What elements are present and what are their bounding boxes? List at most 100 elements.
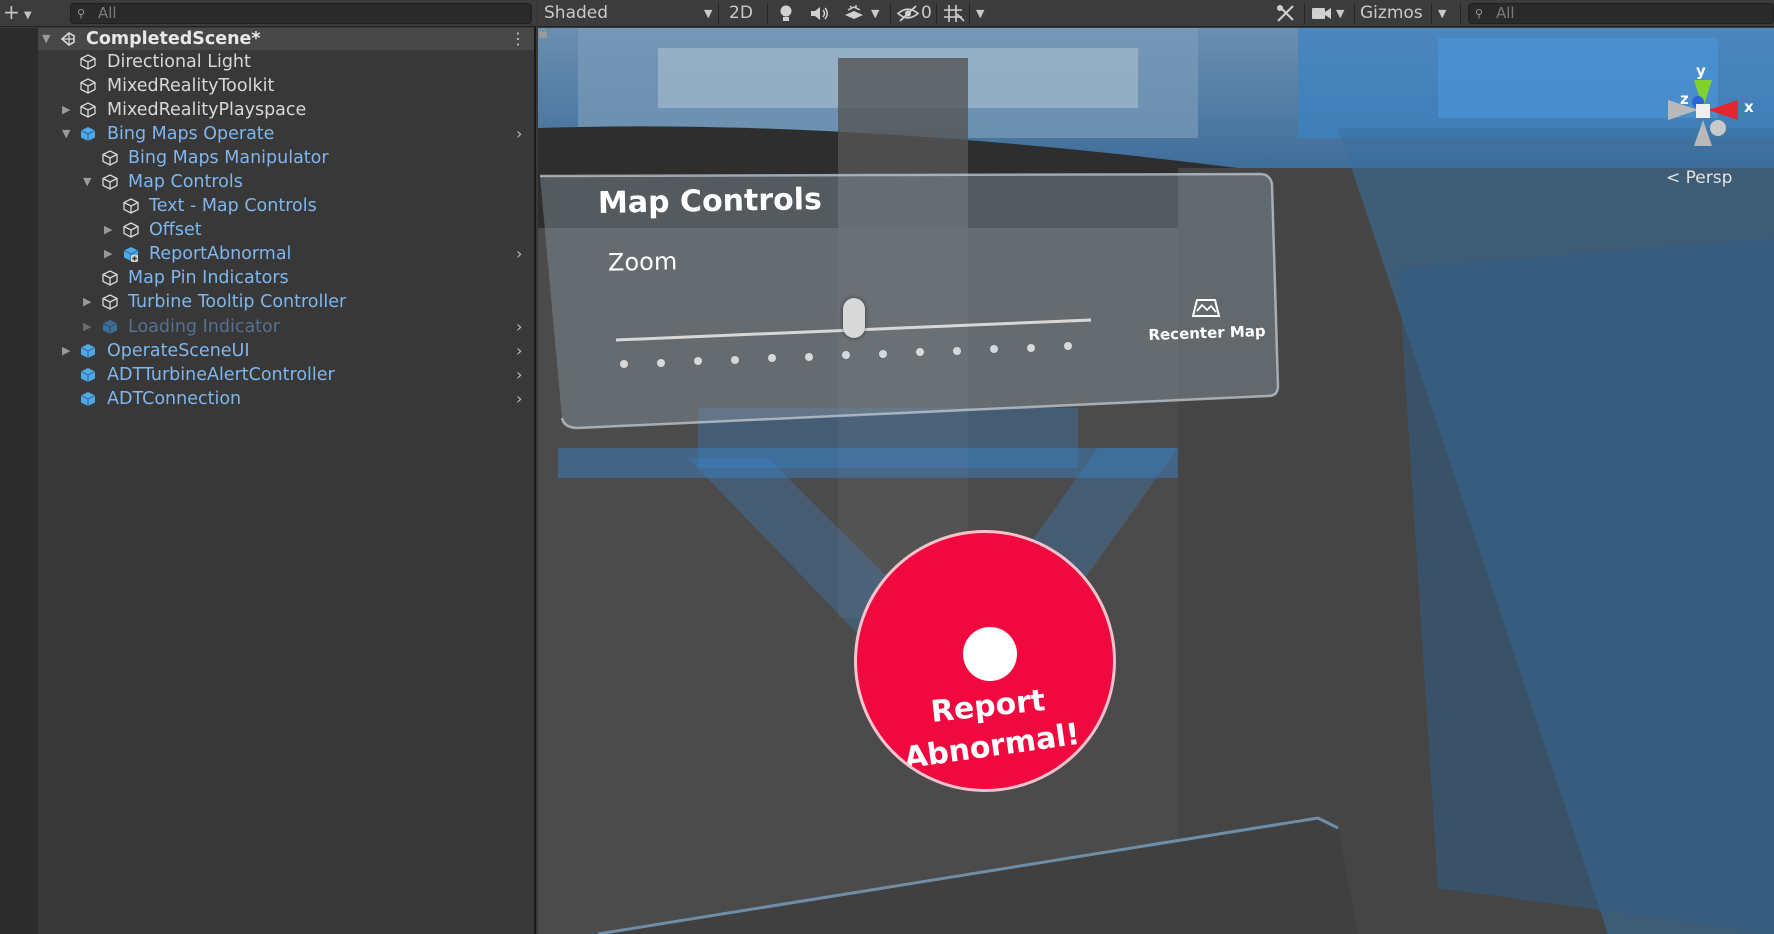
zoom-tick: [879, 349, 887, 358]
prefab-icon: [80, 344, 96, 358]
item-label: ReportAbnormal: [149, 244, 292, 264]
zoom-tick: [990, 345, 998, 353]
expand-arrow-icon[interactable]: ▶: [62, 339, 70, 363]
expand-arrow-icon[interactable]: ▶: [62, 98, 70, 122]
item-label: Loading Indicator: [128, 317, 280, 337]
chevron-down-icon[interactable]: ▼: [1438, 0, 1446, 27]
scene-menu-icon[interactable]: ⋮: [510, 29, 526, 49]
gameobject-icon: [102, 270, 118, 286]
chevron-down-icon[interactable]: ▼: [871, 0, 879, 27]
draw-mode-label: Shaded: [544, 3, 609, 23]
expand-arrow-icon[interactable]: ▶: [104, 218, 112, 242]
hidden-count: 0: [921, 3, 932, 23]
chevron-right-icon[interactable]: ›: [516, 339, 522, 363]
chevron-right-icon[interactable]: ›: [516, 242, 522, 266]
gameobject-icon: [102, 174, 118, 190]
expand-arrow-icon[interactable]: ▶: [83, 290, 91, 314]
chevron-left-icon: <: [1666, 168, 1681, 188]
chevron-down-icon: ▼: [24, 10, 32, 21]
effects-toggle-icon[interactable]: [842, 2, 866, 25]
gizmos-button[interactable]: Gizmos: [1360, 0, 1423, 27]
gameobject-icon: [80, 54, 96, 70]
gameobject-icon: [123, 198, 139, 214]
zoom-slider[interactable]: [614, 298, 1094, 348]
prefab-variant-icon: [123, 247, 139, 262]
map-controls-title: Map Controls: [597, 182, 823, 221]
expand-arrow-icon[interactable]: ▶: [104, 242, 112, 266]
item-label: Offset: [149, 220, 202, 240]
lock-icon[interactable]: [538, 28, 548, 38]
tools-icon[interactable]: [1274, 2, 1298, 25]
gizmo-x-label: x: [1744, 98, 1754, 116]
zoom-tick: [842, 351, 850, 359]
scene-name: CompletedScene*: [86, 29, 261, 49]
item-label: Turbine Tooltip Controller: [128, 292, 347, 312]
scene-item[interactable]: ▼ CompletedScene*: [40, 27, 510, 51]
recenter-map-button[interactable]: Recenter Map: [1141, 296, 1271, 376]
lighting-toggle-icon[interactable]: [774, 2, 798, 25]
zoom-label: Zoom: [607, 247, 678, 277]
scene-search-input[interactable]: ⚲ All: [1468, 3, 1774, 24]
scene-background: [538, 28, 1774, 934]
collapse-arrow-icon[interactable]: ▼: [42, 27, 50, 51]
hierarchy-gutter: [0, 28, 38, 934]
gameobject-icon: [80, 78, 96, 94]
chevron-right-icon[interactable]: ›: [516, 387, 522, 411]
draw-mode-dropdown[interactable]: Shaded ▼: [544, 0, 714, 27]
chevron-right-icon[interactable]: ›: [516, 315, 522, 339]
recenter-map-label: Recenter Map: [1148, 321, 1266, 345]
zoom-tick: [953, 346, 961, 355]
map-icon: [1191, 299, 1221, 317]
item-label: Directional Light: [107, 52, 251, 72]
gameobject-icon: [102, 294, 118, 310]
scene-viewport[interactable]: Map Controls Zoom Recenter Map Report Ab…: [538, 28, 1774, 934]
hierarchy-search-input[interactable]: ⚲ All: [70, 3, 532, 24]
projection-toggle[interactable]: < Persp: [1666, 168, 1732, 188]
item-label: ADTConnection: [107, 389, 242, 409]
item-label: MixedRealityPlayspace: [107, 100, 307, 120]
grid-toggle-icon[interactable]: [942, 2, 966, 25]
2d-label: 2D: [729, 3, 753, 23]
projection-label: Persp: [1685, 168, 1733, 188]
chevron-down-icon[interactable]: ▼: [976, 0, 984, 27]
item-label: Map Pin Indicators: [128, 268, 289, 288]
prefab-icon: [80, 392, 96, 406]
gizmo-z-label: z: [1680, 90, 1689, 108]
audio-toggle-icon[interactable]: [808, 2, 832, 25]
gameobject-icon: [123, 222, 139, 238]
item-label: Text - Map Controls: [149, 196, 317, 216]
zoom-tick: [731, 355, 739, 364]
prefab-icon: [80, 368, 96, 382]
zoom-tick: [1064, 342, 1072, 350]
search-placeholder: All: [1496, 4, 1515, 22]
toggle-2d-button[interactable]: 2D: [729, 0, 763, 27]
item-label: ADTTurbineAlertController: [107, 365, 335, 385]
expand-arrow-icon[interactable]: ▶: [83, 315, 91, 339]
zoom-tick: [694, 357, 702, 365]
scene-toolbar: Shaded ▼ 2D ▼ 0 ▼ ▼ Gizmos ▼ ⚲ All: [538, 0, 1774, 27]
chevron-down-icon[interactable]: ▼: [1336, 0, 1344, 27]
record-dot-icon: [963, 627, 1017, 681]
gizmos-label: Gizmos: [1360, 3, 1423, 23]
camera-icon[interactable]: [1310, 2, 1334, 25]
hidden-objects-icon[interactable]: [896, 2, 920, 25]
chevron-right-icon[interactable]: ›: [516, 363, 522, 387]
chevron-down-icon: ▼: [704, 7, 713, 20]
zoom-slider-thumb[interactable]: [843, 298, 865, 338]
collapse-arrow-icon[interactable]: ▼: [83, 170, 91, 194]
search-icon: ⚲: [77, 7, 86, 20]
item-label: Bing Maps Manipulator: [128, 148, 329, 168]
item-label: OperateSceneUI: [107, 341, 250, 361]
zoom-tick: [1027, 343, 1035, 352]
item-label: Bing Maps Operate: [107, 124, 275, 144]
collapse-arrow-icon[interactable]: ▼: [62, 122, 70, 146]
item-label: MixedRealityToolkit: [107, 76, 275, 96]
prefab-icon: [102, 320, 118, 334]
add-object-button[interactable]: + ▼: [3, 2, 39, 24]
zoom-tick: [805, 352, 813, 361]
zoom-tick: [620, 360, 628, 368]
report-abnormal-button[interactable]: Report Abnormal!: [854, 530, 1116, 792]
gameobject-icon: [80, 102, 96, 118]
zoom-tick: [768, 354, 776, 362]
chevron-right-icon[interactable]: ›: [516, 122, 522, 146]
